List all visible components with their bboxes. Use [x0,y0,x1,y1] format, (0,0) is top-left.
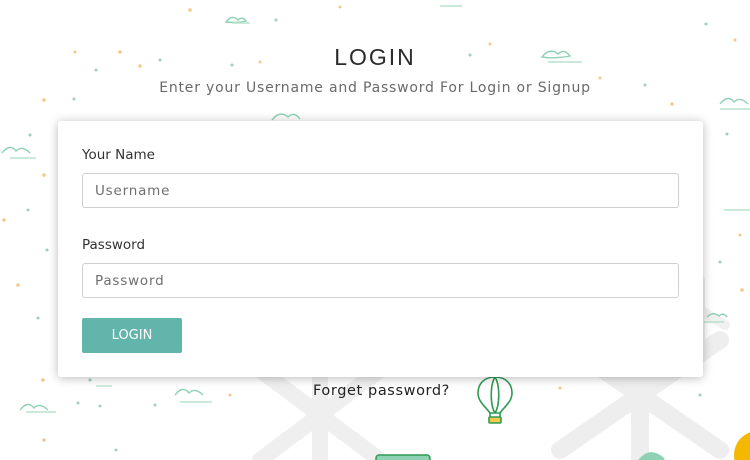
hot-air-balloon-icon [477,376,513,424]
login-card: Your Name Password LOGIN [58,121,703,377]
username-label: Your Name [82,147,155,163]
forgot-password-link[interactable]: Forget password? [313,383,450,399]
username-input[interactable] [82,173,679,208]
page-title: LOGIN [334,44,416,70]
password-label: Password [82,237,146,253]
page-subtitle: Enter your Username and Password For Log… [159,80,591,96]
house-icon [375,454,431,460]
password-input[interactable] [82,263,679,298]
login-button[interactable]: LOGIN [82,318,182,353]
sun-icon [734,432,750,460]
